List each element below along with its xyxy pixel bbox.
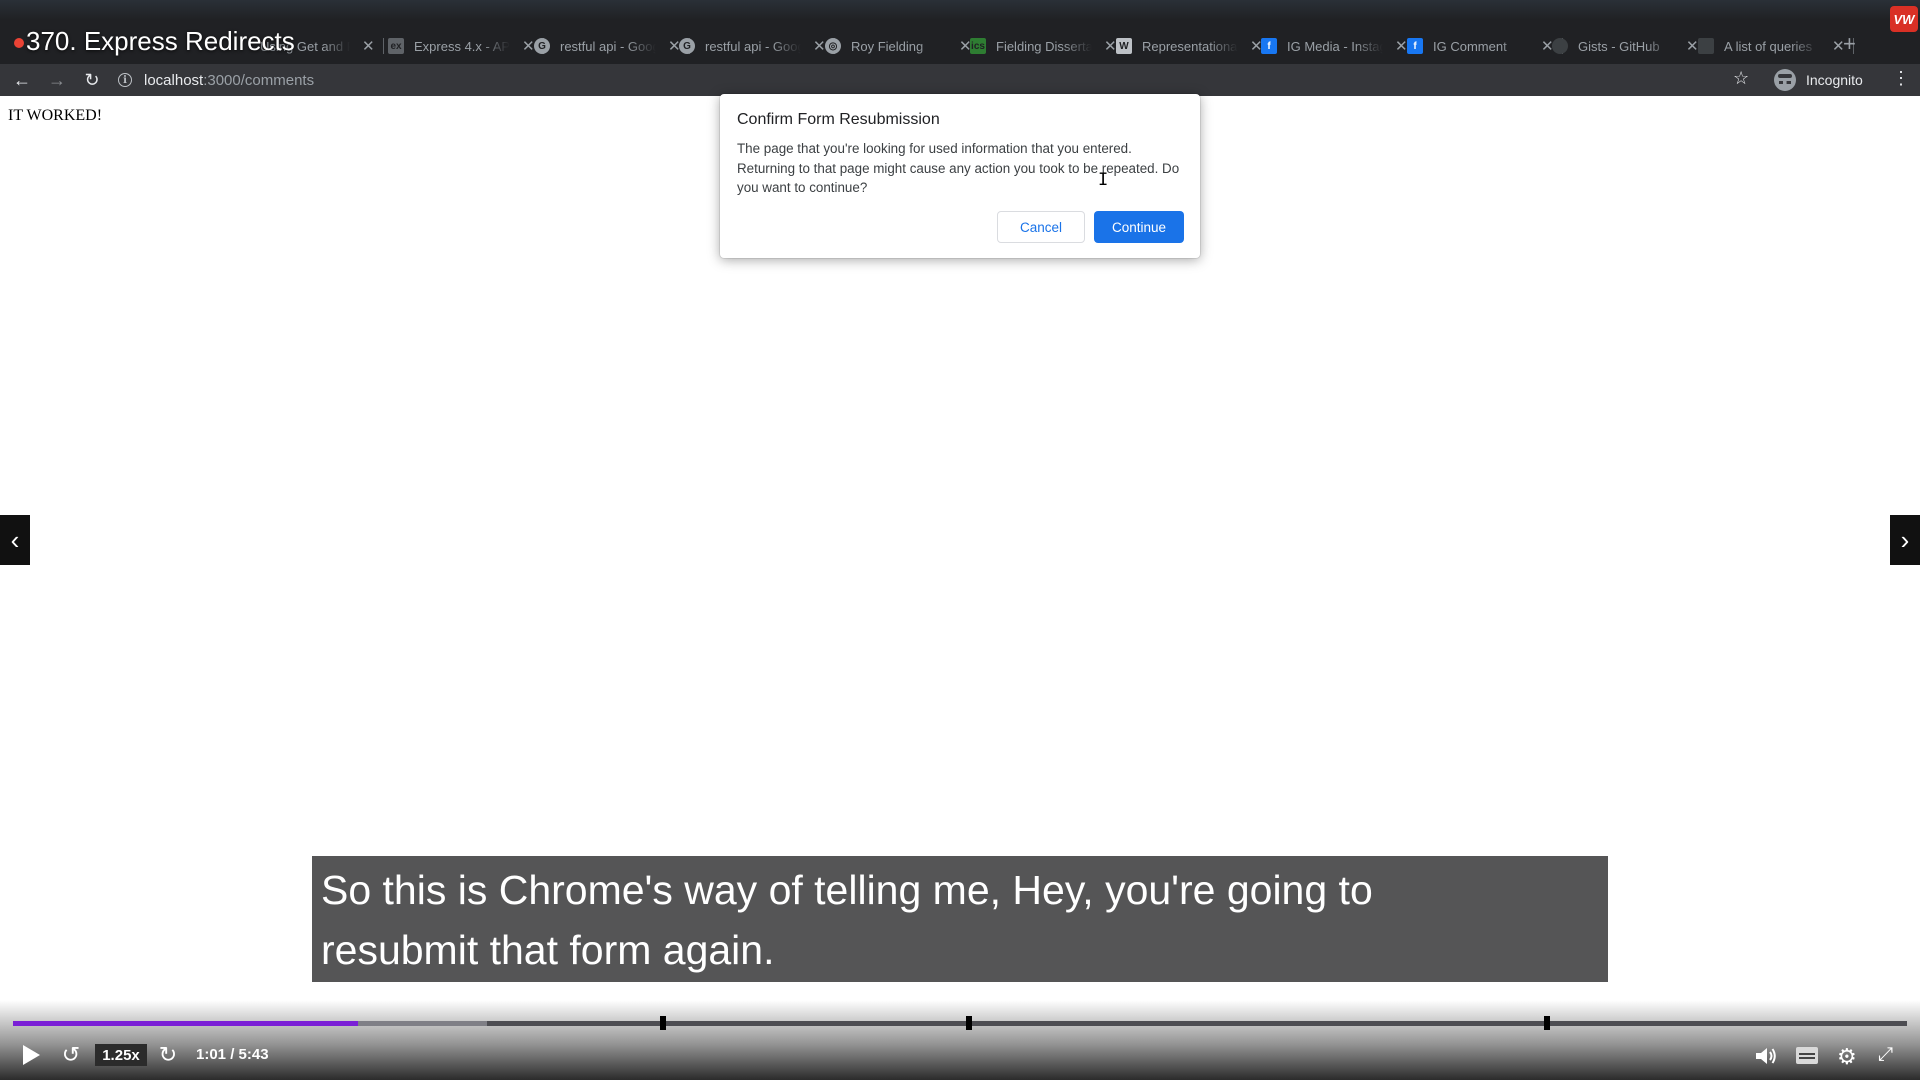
exit-fullscreen-icon[interactable]: ⤢ [1878,1044,1893,1066]
tab-title: Gists - GitHub [1578,38,1660,54]
settings-gear-icon[interactable]: ⚙ [1837,1044,1857,1070]
dialog-message: The page that you're looking for used in… [737,141,1180,195]
brand-logo: VW [1890,6,1918,32]
browser-tab[interactable]: ex Express 4.x - API ✕ [388,30,544,62]
tab-title: restful api - Google [560,38,656,54]
google-icon: G [679,38,695,54]
tab-title: IG Media - Instagram [1287,38,1383,54]
address-bar[interactable]: i localhost:3000/comments [118,68,1758,92]
playback-speed-button[interactable]: 1.25x [95,1044,147,1066]
tab-title: A list of queries [1724,38,1813,54]
url-host: localhost [144,71,204,89]
text-cursor-icon: I [1098,170,1109,190]
caption-line: resubmit that form again. [321,927,775,973]
tab-title: Fielding Dissertation [996,38,1092,54]
close-tab-icon[interactable]: ✕ [813,37,826,55]
ics-icon: ics [970,38,986,54]
rewind-icon[interactable]: ↺ [60,1042,82,1067]
close-tab-icon[interactable]: ✕ [522,37,535,55]
close-tab-icon[interactable]: ✕ [1395,37,1408,55]
tab-title: IG Comment [1433,38,1507,54]
tab-title: restful api - Google [705,38,801,54]
browser-tab[interactable]: ◎ Roy Fielding ✕ [825,30,981,62]
previous-lecture-arrow-icon[interactable]: ‹ [0,515,30,565]
google-icon: G [534,38,550,54]
url-path: :3000/comments [203,71,315,89]
chapter-marker[interactable] [659,1016,666,1030]
bookmark-star-icon[interactable]: ☆ [1733,68,1749,89]
browser-tab[interactable]: Grestful api - Google ✕ [679,30,835,62]
forward-icon[interactable]: ↻ [157,1042,179,1067]
browser-tab[interactable]: Gists - GitHub ✕ [1552,30,1708,62]
time-readout: 1:01 / 5:43 [196,1046,269,1063]
incognito-icon [1774,69,1796,91]
caption-line: So this is Chrome's way of telling me, H… [321,867,1373,913]
page-body-text: IT WORKED! [8,107,103,124]
close-tab-icon[interactable]: ✕ [1686,37,1699,55]
seek-progress [13,1021,358,1026]
close-tab-icon[interactable]: ✕ [1104,37,1117,55]
confirm-resubmission-dialog: Confirm Form Resubmission The page that … [720,94,1200,258]
ex-icon: ex [388,38,404,54]
chapter-marker[interactable] [966,1016,973,1030]
next-lecture-arrow-icon[interactable]: › [1890,515,1920,565]
browser-toolbar: ← → ↻ i localhost:3000/comments ☆ Incogn… [0,64,1920,96]
github-icon [1552,38,1568,54]
browser-tab[interactable]: ics Fielding Dissertation ✕ [970,30,1126,62]
facebook-icon: f [1407,38,1423,54]
video-title: 370. Express Redirects [26,26,295,56]
play-icon[interactable] [20,1043,42,1067]
incognito-label: Incognito [1806,72,1863,88]
browser-tab[interactable]: Grestful api - Google✕ [534,30,690,62]
caption-box: So this is Chrome's way of telling me, H… [312,856,1608,982]
blank-icon [1698,38,1714,54]
incognito-indicator[interactable]: Incognito [1774,67,1863,93]
browser-tab[interactable]: f IG Media - Instagram ✕ [1261,30,1417,62]
menu-kebab-icon[interactable]: ⋮ [1892,68,1910,89]
continue-button[interactable]: Continue [1094,211,1184,243]
tab-title: Roy Fielding [851,38,924,54]
facebook-icon: f [1261,38,1277,54]
dialog-title: Confirm Form Resubmission [737,111,940,128]
volume-icon[interactable] [1754,1045,1778,1067]
record-dot-icon [14,38,24,48]
close-tab-icon[interactable]: ✕ [362,37,375,55]
tab-title: Representational [1142,38,1238,54]
player-controls-bar [0,1000,1920,1080]
globe-icon: ◎ [825,38,841,54]
wikipedia-icon: W [1116,38,1132,54]
cancel-button[interactable]: Cancel [997,211,1085,243]
back-arrow-icon[interactable]: ← [11,69,33,91]
browser-tab[interactable]: f IG Comment ✕ [1407,30,1563,62]
chapter-marker[interactable] [1544,1016,1551,1030]
captions-icon[interactable] [1796,1047,1818,1064]
forward-arrow-icon[interactable]: → [46,69,68,91]
tab-title: Express 4.x - API [414,38,510,54]
screen: Using Get and Post✕exExpress 4.x - API✕G… [0,0,1920,1080]
reload-icon[interactable]: ↻ [81,69,103,91]
browser-tab[interactable]: W Representational ✕ [1116,30,1272,62]
browser-tab[interactable]: A list of queries ✕ [1698,30,1854,62]
seek-bar[interactable] [13,1016,1907,1030]
new-tab-button[interactable]: + [1843,32,1856,56]
info-icon[interactable]: i [118,73,132,87]
